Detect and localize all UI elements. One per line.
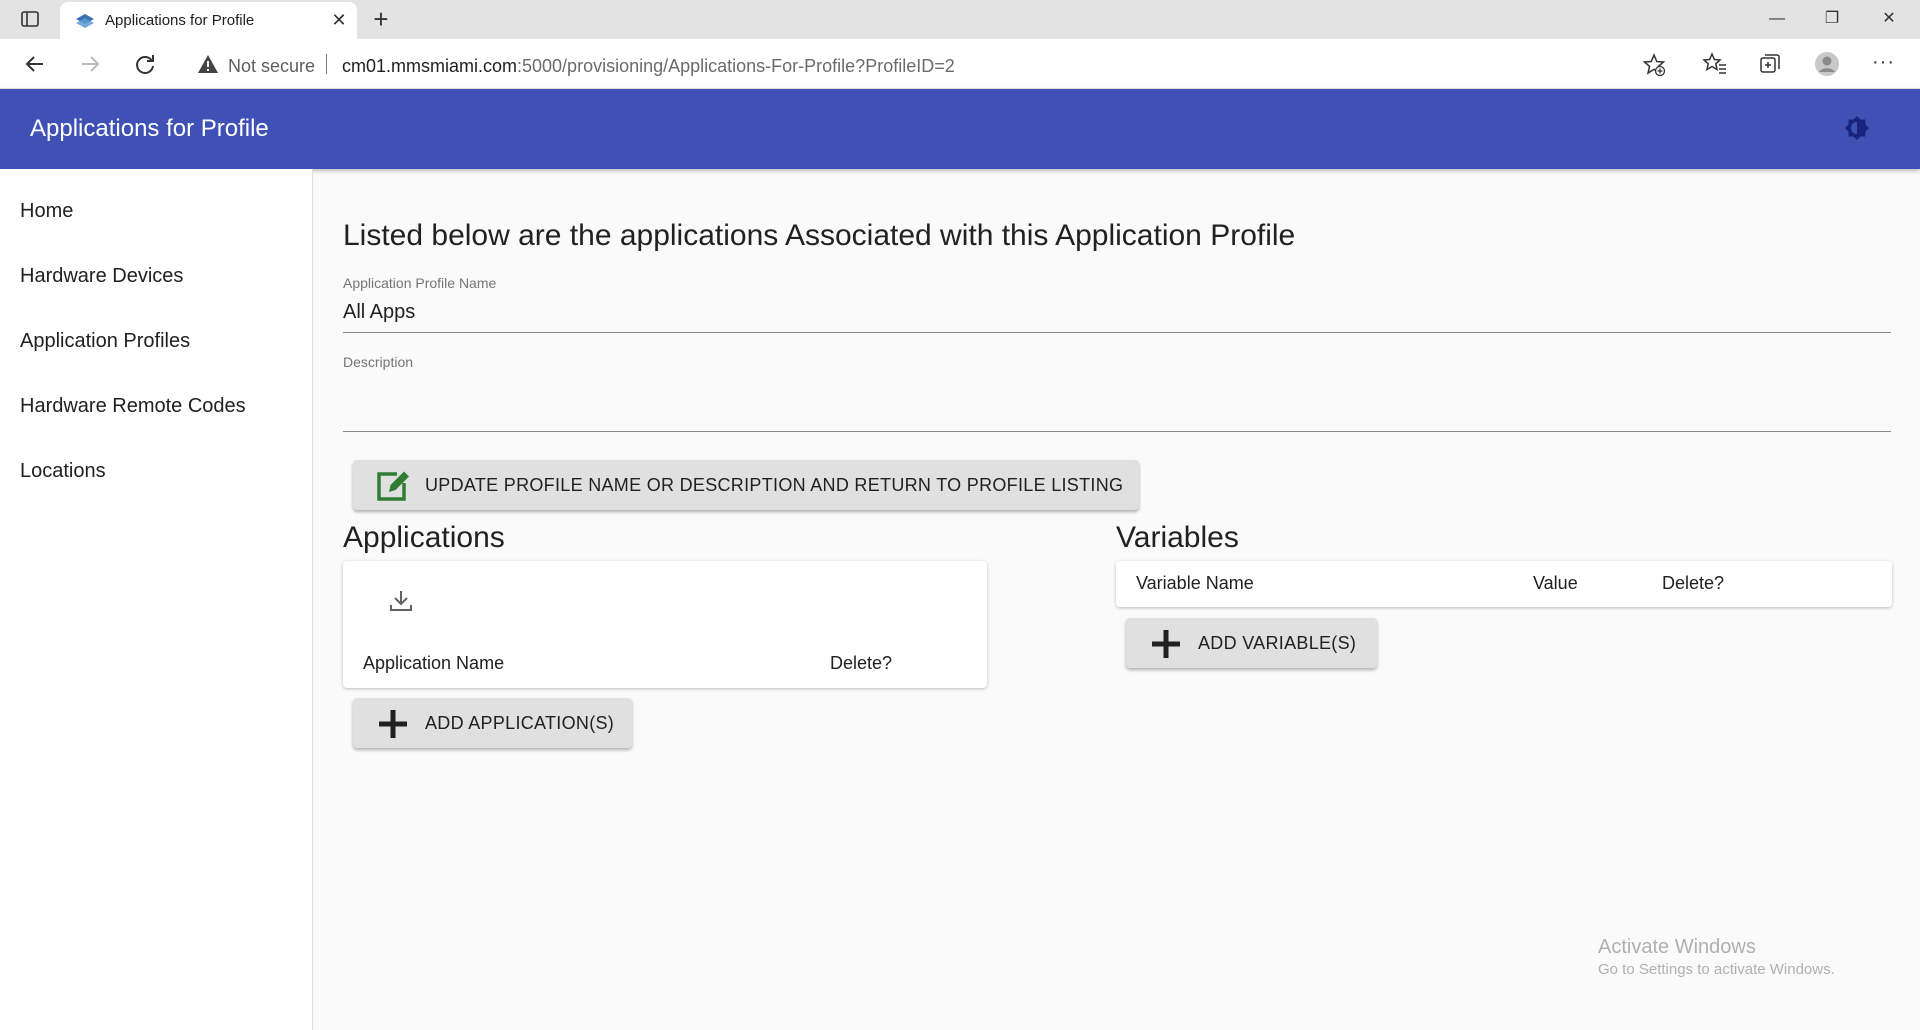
profile-name-underline (343, 332, 1891, 333)
sidebar-item-hardware-devices[interactable]: Hardware Devices (20, 265, 183, 288)
browser-tab[interactable]: Applications for Profile ✕ (60, 2, 357, 39)
new-tab-button[interactable]: + (368, 6, 394, 33)
main-content: Listed below are the applications Associ… (313, 169, 1920, 1030)
page-title: Applications for Profile (30, 115, 269, 142)
sidebar-item-home[interactable]: Home (20, 200, 73, 223)
collections-icon[interactable] (1757, 51, 1783, 77)
add-application-button-label: ADD APPLICATION(S) (425, 713, 615, 733)
update-profile-button[interactable]: UPDATE PROFILE NAME OR DESCRIPTION AND R… (353, 460, 1139, 510)
refresh-icon[interactable] (130, 49, 160, 79)
column-header-application-name[interactable]: Application Name (363, 653, 504, 674)
window-close-button[interactable]: ✕ (1866, 6, 1912, 32)
column-header-delete[interactable]: Delete? (1662, 573, 1724, 594)
column-header-variable-name[interactable]: Variable Name (1136, 573, 1254, 594)
column-header-delete[interactable]: Delete? (830, 653, 892, 674)
warning-icon[interactable] (197, 54, 219, 74)
url-host: cm01.mmsmiami.com (342, 56, 518, 76)
description-underline (343, 431, 1891, 432)
applications-table: Application Name Delete? (343, 561, 987, 688)
add-variable-button-label: ADD VARIABLE(S) (1198, 633, 1357, 653)
security-label[interactable]: Not secure (228, 56, 315, 77)
update-profile-button-label: UPDATE PROFILE NAME OR DESCRIPTION AND R… (425, 475, 1124, 495)
forward-arrow-icon[interactable] (75, 49, 105, 79)
url-path: :5000/provisioning/Applications-For-Prof… (517, 56, 955, 76)
browser-tabstrip: Applications for Profile ✕ + — ❐ ✕ (0, 0, 1920, 39)
address-divider (326, 54, 327, 74)
profile-name-label: Application Profile Name (343, 275, 497, 291)
download-icon[interactable] (388, 588, 414, 614)
restore-button[interactable]: ❐ (1809, 6, 1855, 32)
applications-title: Applications (343, 521, 505, 554)
sidebar-item-hardware-remote-codes[interactable]: Hardware Remote Codes (20, 395, 246, 418)
tab-actions-icon[interactable] (20, 9, 40, 29)
sidebar-item-locations[interactable]: Locations (20, 460, 106, 483)
edit-icon (375, 469, 411, 503)
close-tab-icon[interactable]: ✕ (329, 10, 349, 30)
address-bar[interactable]: Not secure cm01.mmsmiami.com:5000/provis… (180, 45, 1680, 83)
section-heading: Listed below are the applications Associ… (343, 219, 1296, 252)
tab-title: Applications for Profile (105, 12, 255, 29)
variables-title: Variables (1116, 521, 1239, 554)
plus-icon (1148, 627, 1184, 661)
activation-watermark-subtitle: Go to Settings to activate Windows. (1598, 961, 1835, 978)
browser-toolbar: Not secure cm01.mmsmiami.com:5000/provis… (0, 39, 1920, 89)
plus-icon (375, 707, 411, 741)
url-text[interactable]: cm01.mmsmiami.com:5000/provisioning/Appl… (342, 56, 955, 77)
sidebar: Home Hardware Devices Application Profil… (0, 169, 313, 1030)
add-favorite-icon[interactable] (1642, 53, 1666, 77)
more-options-icon[interactable]: ··· (1872, 51, 1898, 77)
site-favicon-icon (74, 11, 96, 31)
activation-watermark-title: Activate Windows (1598, 936, 1756, 958)
variables-table: Variable Name Value Delete? (1116, 561, 1892, 607)
app-bar: Applications for Profile (0, 89, 1920, 169)
profile-avatar-icon[interactable] (1814, 51, 1840, 77)
description-label: Description (343, 354, 414, 370)
add-application-button[interactable]: ADD APPLICATION(S) (353, 698, 632, 748)
add-variable-button[interactable]: ADD VARIABLE(S) (1126, 618, 1377, 668)
minimize-button[interactable]: — (1754, 6, 1800, 32)
column-header-value[interactable]: Value (1533, 573, 1578, 594)
back-arrow-icon[interactable] (20, 49, 50, 79)
favorites-icon[interactable] (1702, 51, 1728, 77)
brightness-icon[interactable] (1842, 114, 1872, 144)
profile-name-input[interactable]: All Apps (343, 301, 415, 324)
sidebar-item-application-profiles[interactable]: Application Profiles (20, 330, 190, 353)
